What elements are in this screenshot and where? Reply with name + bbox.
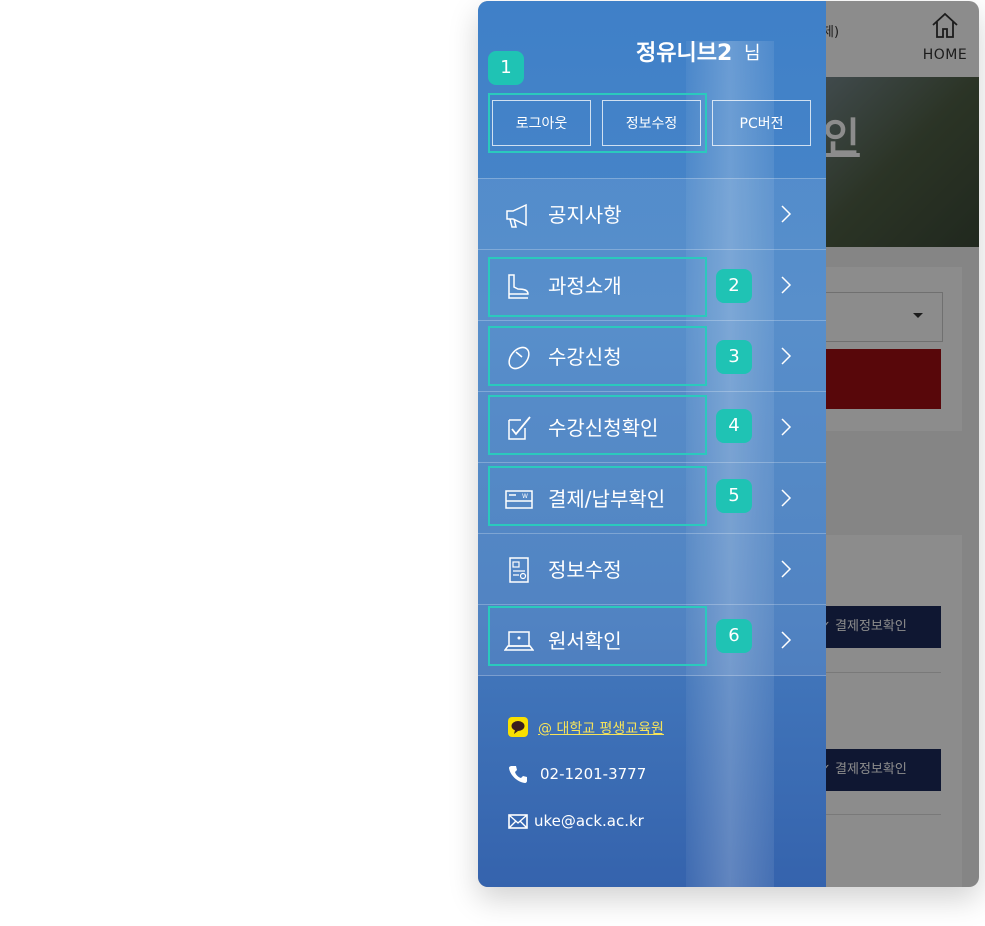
- chevron-right-icon: [781, 631, 792, 649]
- chevron-right-icon: [781, 418, 792, 436]
- email-address: uke@ack.ac.kr: [534, 812, 644, 830]
- annotation-badge-2: 2: [716, 269, 752, 303]
- highlight-box-4: [488, 395, 707, 455]
- megaphone-icon: [506, 203, 527, 228]
- annotation-badge-6: 6: [716, 619, 752, 653]
- menu-item-notice[interactable]: 공지사항: [478, 178, 826, 249]
- envelope-icon: [508, 814, 528, 829]
- chevron-right-icon: [781, 347, 792, 365]
- chevron-right-icon: [781, 205, 792, 223]
- menu-label: 정보수정: [548, 558, 622, 582]
- pc-version-button[interactable]: PC버전: [712, 100, 811, 146]
- annotation-badge-4: 4: [716, 409, 752, 443]
- user-suffix: 님: [744, 43, 761, 64]
- edit-info-button[interactable]: 정보수정: [602, 100, 701, 146]
- document-icon: [509, 557, 529, 583]
- annotation-badge-5: 5: [716, 479, 752, 513]
- kakao-link[interactable]: @ 대학교 평생교육원: [538, 718, 664, 738]
- highlight-box-2: [488, 257, 707, 317]
- highlight-box-5: [488, 466, 707, 526]
- chevron-right-icon: [781, 560, 792, 578]
- mobile-screen: 제) HOME 인 ✓ 결제정보확인 ✓ 결제정보확인 정유니브2 님 1 로그…: [478, 1, 979, 887]
- phone-number: 02-1201-3777: [540, 765, 647, 783]
- highlight-box-6: [488, 606, 707, 666]
- highlight-box-3: [488, 326, 707, 386]
- kakao-talk-icon: [508, 717, 528, 737]
- menu-item-edit-info[interactable]: 정보수정: [478, 533, 826, 604]
- annotation-badge-1: 1: [488, 51, 524, 85]
- menu-label: 공지사항: [548, 203, 622, 227]
- phone-icon: [509, 766, 527, 783]
- annotation-badge-3: 3: [716, 340, 752, 374]
- logout-button[interactable]: 로그아웃: [492, 100, 591, 146]
- chevron-right-icon: [781, 489, 792, 507]
- side-drawer: 정유니브2 님 1 로그아웃 정보수정 PC버전 공지사항 과정소개 수강신청 …: [478, 1, 826, 887]
- chevron-right-icon: [781, 276, 792, 294]
- user-name: 정유니브2: [636, 41, 733, 66]
